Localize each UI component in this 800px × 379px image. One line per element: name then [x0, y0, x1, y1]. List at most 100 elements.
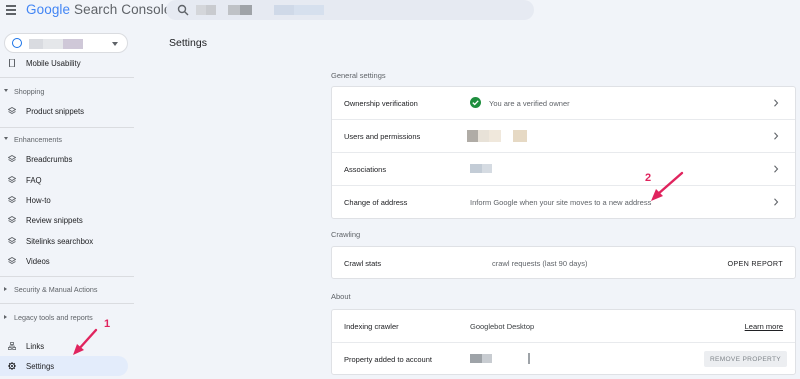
- redacted-text: [240, 5, 252, 15]
- sidebar-item-how-to[interactable]: How-to: [0, 190, 128, 210]
- layers-icon: [8, 176, 16, 184]
- section-heading-crawling: Crawling: [331, 230, 361, 239]
- chevron-right-icon: [774, 99, 779, 107]
- property-icon: [12, 38, 22, 48]
- crawling-card: Crawl stats crawl requests (last 90 days…: [331, 246, 796, 279]
- chevron-down-icon: [112, 42, 118, 46]
- redacted-text: [528, 353, 530, 364]
- layers-icon: [8, 155, 16, 163]
- sidebar-item-faq[interactable]: FAQ: [0, 170, 128, 190]
- chevron-down-icon: [4, 137, 8, 140]
- redacted-text: [63, 39, 83, 49]
- sidebar-item-label: Breadcrumbs: [26, 155, 73, 164]
- layers-icon: [8, 237, 16, 245]
- redacted-avatars: [513, 130, 527, 142]
- sidebar-item-review-snippets[interactable]: Review snippets: [0, 210, 128, 230]
- sidebar-item-label: Product snippets: [26, 107, 85, 116]
- row-description: Inform Google when your site moves to a …: [470, 198, 652, 207]
- redacted-avatars: [489, 130, 501, 142]
- row-change-of-address[interactable]: Change of address Inform Google when you…: [332, 186, 795, 219]
- sidebar-divider: [0, 127, 134, 128]
- chevron-right-icon: [774, 132, 779, 140]
- row-indexing-crawler: Indexing crawler Googlebot Desktop Learn…: [332, 310, 795, 343]
- row-label: Crawl stats: [344, 259, 382, 268]
- section-label: Enhancements: [14, 135, 62, 144]
- section-heading-about: About: [331, 292, 351, 301]
- row-label: Users and permissions: [344, 132, 421, 141]
- section-label: Shopping: [14, 87, 45, 96]
- sidebar-item-label: How-to: [26, 196, 51, 205]
- logo-google: Google: [26, 2, 71, 17]
- redacted-text: [29, 39, 43, 49]
- section-heading-general: General settings: [331, 71, 386, 80]
- redacted-text: [294, 5, 324, 15]
- row-associations[interactable]: Associations: [332, 153, 795, 186]
- redacted-text: [470, 354, 482, 363]
- redacted-text: [206, 5, 216, 15]
- section-label: Security & Manual Actions: [14, 285, 98, 294]
- sidebar-item-label: Review snippets: [26, 216, 83, 225]
- redacted-text: [43, 39, 63, 49]
- remove-property-button[interactable]: REMOVE PROPERTY: [703, 351, 787, 367]
- gear-icon: [8, 362, 16, 370]
- sidebar-divider: [0, 77, 134, 78]
- annotation-arrow-1: [73, 328, 98, 355]
- row-label: Indexing crawler: [344, 322, 399, 331]
- top-bar: Google Search Console: [0, 0, 800, 22]
- open-report-button[interactable]: OPEN REPORT: [728, 259, 784, 268]
- section-label: Legacy tools and reports: [14, 313, 93, 322]
- layers-icon: [8, 107, 16, 115]
- redacted-text: [228, 5, 240, 15]
- row-property-added: Property added to account REMOVE PROPERT…: [332, 343, 795, 376]
- sidebar-item-sitelinks-searchbox[interactable]: Sitelinks searchbox: [0, 231, 128, 251]
- sidebar-item-mobile-usability[interactable]: Mobile Usability: [0, 53, 128, 73]
- layers-icon: [8, 196, 16, 204]
- sidebar-item-label: Mobile Usability: [26, 59, 81, 68]
- redacted-text: [274, 5, 294, 15]
- annotation-arrow-2: [651, 171, 684, 201]
- menu-icon[interactable]: [6, 5, 16, 15]
- sidebar-section-shopping[interactable]: Shopping: [0, 87, 128, 97]
- sidebar-item-product-snippets[interactable]: Product snippets: [0, 101, 128, 121]
- annotation-number-1: 1: [104, 318, 111, 330]
- sidebar-divider: [0, 303, 134, 304]
- verified-status: You are a verified owner: [489, 99, 570, 108]
- about-card: Indexing crawler Googlebot Desktop Learn…: [331, 309, 796, 375]
- sidebar-item-label: FAQ: [26, 176, 42, 185]
- redacted-avatars: [478, 130, 489, 142]
- redacted-avatars: [467, 130, 478, 142]
- crawl-requests-summary: crawl requests (last 90 days): [492, 259, 588, 268]
- sidebar-item-label: Links: [26, 342, 45, 351]
- learn-more-link[interactable]: Learn more: [745, 322, 783, 331]
- check-circle-icon: [470, 97, 481, 108]
- chevron-down-icon: [4, 89, 8, 92]
- row-ownership-verification[interactable]: Ownership verification You are a verifie…: [332, 87, 795, 120]
- sidebar-divider: [0, 276, 134, 277]
- row-label: Property added to account: [344, 355, 432, 364]
- page-title: Settings: [169, 37, 207, 49]
- sidebar-item-label: Videos: [26, 257, 50, 266]
- row-label: Associations: [344, 165, 387, 174]
- links-icon: [8, 342, 16, 350]
- sidebar-item-label: Settings: [26, 362, 55, 371]
- redacted-text: [482, 164, 492, 173]
- row-users-permissions[interactable]: Users and permissions: [332, 120, 795, 153]
- search-input[interactable]: [166, 0, 534, 20]
- app-logo[interactable]: Google Search Console: [26, 2, 171, 17]
- sidebar-item-links[interactable]: Links: [0, 336, 128, 356]
- row-label: Change of address: [344, 198, 408, 207]
- sidebar-item-videos[interactable]: Videos: [0, 251, 128, 271]
- property-selector[interactable]: [4, 33, 128, 53]
- sidebar-item-breadcrumbs[interactable]: Breadcrumbs: [0, 149, 128, 169]
- chevron-right-icon: [774, 198, 779, 206]
- row-crawl-stats[interactable]: Crawl stats crawl requests (last 90 days…: [332, 247, 795, 280]
- sidebar-section-enhancements[interactable]: Enhancements: [0, 135, 128, 145]
- layers-icon: [8, 257, 16, 265]
- chevron-right-icon: [4, 287, 7, 291]
- chevron-right-icon: [774, 165, 779, 173]
- indexing-crawler-value: Googlebot Desktop: [470, 322, 535, 331]
- redacted-text: [482, 354, 492, 363]
- sidebar-item-settings[interactable]: Settings: [0, 356, 128, 376]
- sidebar-section-security[interactable]: Security & Manual Actions: [0, 285, 128, 295]
- layers-icon: [8, 216, 16, 224]
